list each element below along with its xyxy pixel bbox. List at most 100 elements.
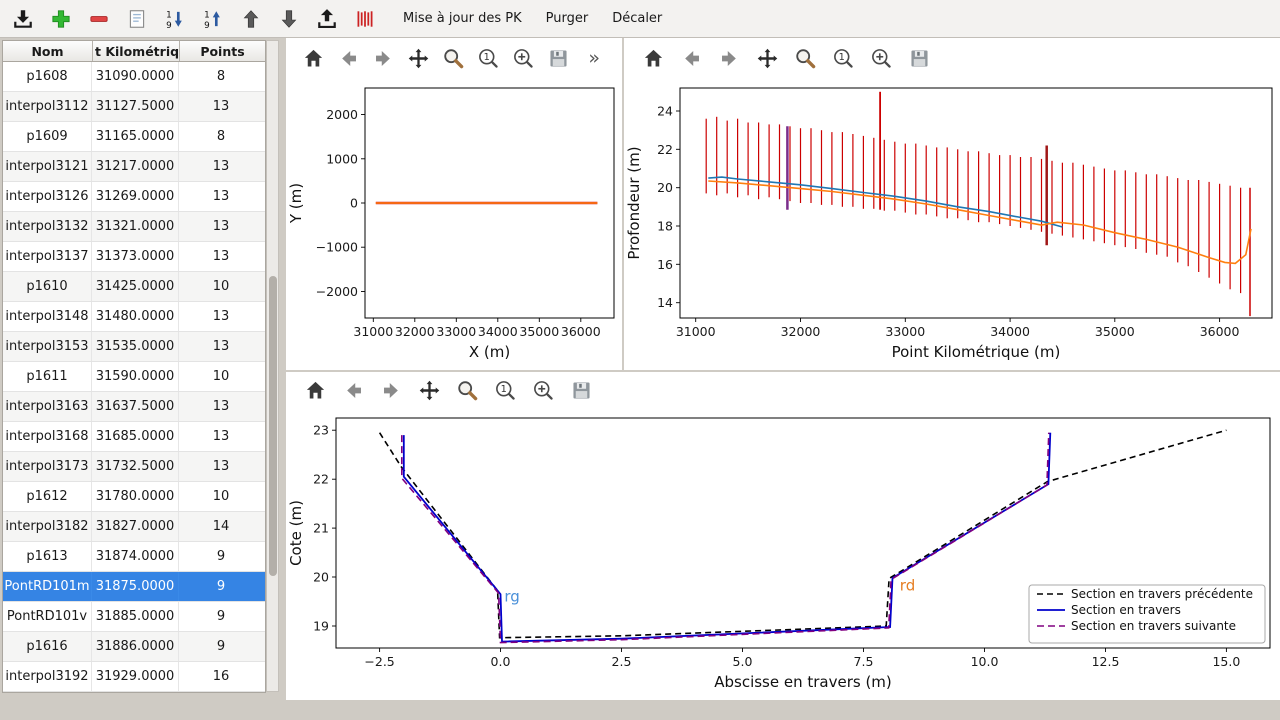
svg-text:34000: 34000 xyxy=(990,324,1030,339)
table-row[interactable]: interpol316331637.500013 xyxy=(3,392,265,422)
table-row[interactable]: p161331874.00009 xyxy=(3,542,265,572)
row-points-cell: 8 xyxy=(179,122,263,151)
svg-text:1: 1 xyxy=(500,384,506,395)
table-row[interactable]: interpol313731373.000013 xyxy=(3,242,265,272)
zoom-one-button[interactable]: 1 xyxy=(830,45,856,71)
toolbar-action-purger[interactable]: Purger xyxy=(537,6,598,31)
zoom-button[interactable] xyxy=(442,45,465,71)
forward-icon xyxy=(718,47,741,70)
column-header-points[interactable]: Points xyxy=(180,41,265,61)
zoom-button[interactable] xyxy=(454,377,480,403)
svg-text:1: 1 xyxy=(484,52,490,63)
add-button[interactable] xyxy=(48,6,74,32)
pan-button[interactable] xyxy=(407,45,430,71)
edit-icon xyxy=(126,8,148,30)
table-row[interactable]: interpol318231827.000014 xyxy=(3,512,265,542)
table-row[interactable]: interpol311231127.500013 xyxy=(3,92,265,122)
export-icon xyxy=(316,8,338,30)
home-button[interactable] xyxy=(302,45,325,71)
table-scrollbar[interactable] xyxy=(266,40,279,692)
svg-text:32000: 32000 xyxy=(781,324,821,339)
zoom-one-button[interactable]: 1 xyxy=(477,45,500,71)
row-name-cell: interpol3121 xyxy=(3,152,92,181)
row-points-cell: 13 xyxy=(179,152,263,181)
back-button[interactable] xyxy=(340,377,366,403)
save-icon xyxy=(570,379,593,402)
toolbar-action-d-caler[interactable]: Décaler xyxy=(603,6,671,31)
move-down-button[interactable] xyxy=(276,6,302,32)
sort-ascending-button[interactable]: 19 xyxy=(162,6,188,32)
pan-button[interactable] xyxy=(416,377,442,403)
sort-descending-button[interactable]: 19 xyxy=(200,6,226,32)
row-pk-cell: 31321.0000 xyxy=(92,212,179,241)
profile-chart-canvas[interactable]: 3100032000330003400035000360001416182022… xyxy=(624,78,1280,370)
back-button[interactable] xyxy=(337,45,360,71)
svg-text:1: 1 xyxy=(166,10,172,20)
forward-button[interactable] xyxy=(716,45,742,71)
zoom-button[interactable] xyxy=(792,45,818,71)
table-row[interactable]: p160931165.00008 xyxy=(3,122,265,152)
save-button[interactable] xyxy=(568,377,594,403)
forward-button[interactable] xyxy=(372,45,395,71)
row-name-cell: interpol3153 xyxy=(3,332,92,361)
zoom-icon xyxy=(456,379,479,402)
remove-icon xyxy=(88,8,110,30)
svg-text:7.5: 7.5 xyxy=(854,654,874,669)
cross-section-chart-canvas[interactable]: −2.50.02.55.07.510.012.515.01920212223rg… xyxy=(286,408,1280,700)
row-points-cell: 13 xyxy=(179,302,263,331)
table-row[interactable]: interpol315331535.000013 xyxy=(3,332,265,362)
zoom-plus-button[interactable] xyxy=(868,45,894,71)
zoom-plus-button[interactable] xyxy=(512,45,535,71)
svg-text:Abscisse en travers (m): Abscisse en travers (m) xyxy=(714,673,892,691)
plan-chart-canvas[interactable]: 310003200033000340003500036000−2000−1000… xyxy=(286,78,622,370)
svg-text:−1000: −1000 xyxy=(316,240,358,255)
table-scrollbar-thumb[interactable] xyxy=(269,276,277,576)
pan-button[interactable] xyxy=(754,45,780,71)
sections-button[interactable] xyxy=(352,6,378,32)
table-row[interactable]: interpol317331732.500013 xyxy=(3,452,265,482)
table-row[interactable]: PontRD101v31885.00009 xyxy=(3,602,265,632)
zoom-one-icon: 1 xyxy=(477,47,500,70)
save-button[interactable] xyxy=(906,45,932,71)
svg-text:33000: 33000 xyxy=(436,324,476,339)
main-toolbar-buttons: 1919 xyxy=(10,6,378,32)
remove-button[interactable] xyxy=(86,6,112,32)
toolbar-overflow-button[interactable]: » xyxy=(582,47,606,69)
export-button[interactable] xyxy=(314,6,340,32)
table-row[interactable]: p161231780.000010 xyxy=(3,482,265,512)
table-row[interactable]: p161631886.00009 xyxy=(3,632,265,662)
row-points-cell: 8 xyxy=(179,62,263,91)
column-header-pk[interactable]: t Kilométriqu xyxy=(93,41,180,61)
move-up-button[interactable] xyxy=(238,6,264,32)
row-pk-cell: 31886.0000 xyxy=(92,632,179,661)
table-row[interactable]: interpol314831480.000013 xyxy=(3,302,265,332)
zoom-plus-button[interactable] xyxy=(530,377,556,403)
back-button[interactable] xyxy=(678,45,704,71)
home-button[interactable] xyxy=(302,377,328,403)
table-row[interactable]: p161131590.000010 xyxy=(3,362,265,392)
row-name-cell: p1613 xyxy=(3,542,92,571)
row-pk-cell: 31780.0000 xyxy=(92,482,179,511)
table-row[interactable]: interpol319231929.000016 xyxy=(3,662,265,692)
cross-section-plot-toolbar: 1 xyxy=(286,372,1280,408)
table-row[interactable]: interpol312631269.000013 xyxy=(3,182,265,212)
row-points-cell: 16 xyxy=(179,662,263,691)
table-row[interactable]: p160831090.00008 xyxy=(3,62,265,92)
row-name-cell: interpol3163 xyxy=(3,392,92,421)
sort-desc-icon: 19 xyxy=(202,8,224,30)
table-row[interactable]: PontRD101m31875.00009 xyxy=(3,572,265,602)
row-points-cell: 13 xyxy=(179,332,263,361)
table-row[interactable]: interpol312131217.000013 xyxy=(3,152,265,182)
svg-text:24: 24 xyxy=(657,104,673,119)
save-button[interactable] xyxy=(547,45,570,71)
table-row[interactable]: p161031425.000010 xyxy=(3,272,265,302)
table-row[interactable]: interpol316831685.000013 xyxy=(3,422,265,452)
table-row[interactable]: interpol313231321.000013 xyxy=(3,212,265,242)
column-header-nom[interactable]: Nom xyxy=(3,41,93,61)
forward-button[interactable] xyxy=(378,377,404,403)
zoom-one-button[interactable]: 1 xyxy=(492,377,518,403)
toolbar-action-mise-jour-des-pk[interactable]: Mise à jour des PK xyxy=(394,6,531,31)
import-button[interactable] xyxy=(10,6,36,32)
edit-button[interactable] xyxy=(124,6,150,32)
home-button[interactable] xyxy=(640,45,666,71)
